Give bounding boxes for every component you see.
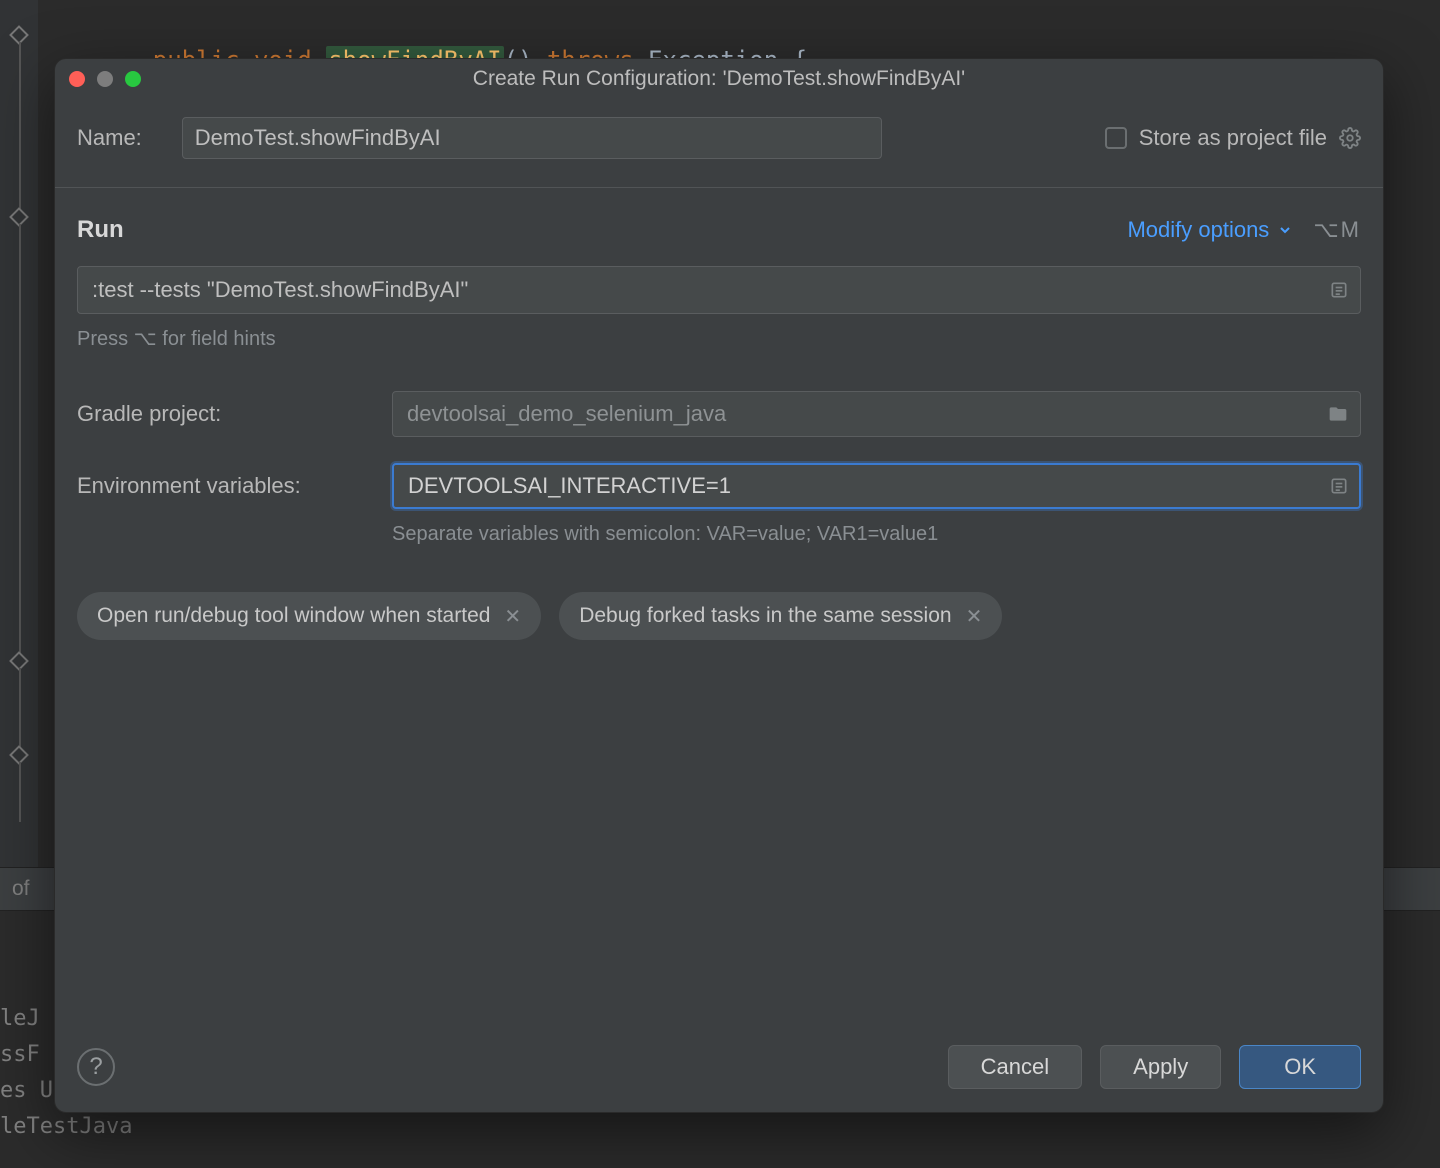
modify-options-link[interactable]: Modify options — [1127, 217, 1293, 243]
expand-list-icon[interactable] — [1329, 280, 1349, 300]
env-vars-input[interactable] — [392, 463, 1361, 509]
option-chips: Open run/debug tool window when started … — [77, 592, 1361, 640]
help-button[interactable]: ? — [77, 1048, 115, 1086]
run-section-header: Run Modify options ⌥M — [77, 216, 1361, 244]
divider — [55, 187, 1383, 188]
gradle-project-label: Gradle project: — [77, 401, 392, 427]
window-controls — [69, 71, 141, 87]
close-icon[interactable]: ✕ — [966, 604, 983, 629]
store-label: Store as project file — [1139, 125, 1327, 151]
help-icon: ? — [89, 1053, 102, 1081]
env-vars-hint: Separate variables with semicolon: VAR=v… — [392, 523, 1361, 546]
name-label: Name: — [77, 125, 142, 151]
command-row — [77, 266, 1361, 314]
expand-list-icon[interactable] — [1329, 476, 1349, 496]
close-icon[interactable] — [69, 71, 85, 87]
env-vars-label: Environment variables: — [77, 473, 392, 499]
env-vars-row: Environment variables: — [77, 463, 1361, 509]
gradle-project-row: Gradle project: — [77, 391, 1361, 437]
chip-open-tool-window[interactable]: Open run/debug tool window when started … — [77, 592, 541, 640]
dialog-footer: ? Cancel Apply OK — [55, 1022, 1383, 1112]
close-icon[interactable]: ✕ — [504, 604, 521, 629]
run-section-title: Run — [77, 216, 124, 244]
dialog-titlebar[interactable]: Create Run Configuration: 'DemoTest.show… — [55, 59, 1383, 99]
dialog-title: Create Run Configuration: 'DemoTest.show… — [473, 67, 965, 91]
gradle-project-input[interactable] — [392, 391, 1361, 437]
command-input[interactable] — [77, 266, 1361, 314]
run-config-dialog: Create Run Configuration: 'DemoTest.show… — [54, 58, 1384, 1113]
status-text: of — [12, 877, 30, 901]
chip-debug-forked[interactable]: Debug forked tasks in the same session ✕ — [559, 592, 1002, 640]
ok-button[interactable]: OK — [1239, 1045, 1361, 1089]
gear-icon[interactable] — [1339, 127, 1361, 149]
store-checkbox[interactable] — [1105, 127, 1127, 149]
dialog-body: Name: Store as project file Run Modify o… — [55, 99, 1383, 1022]
store-as-project-file[interactable]: Store as project file — [1105, 125, 1361, 151]
modify-options-shortcut: ⌥M — [1313, 217, 1361, 243]
zoom-icon[interactable] — [125, 71, 141, 87]
gutter-line-icon — [19, 668, 21, 748]
console-line: leTestJava — [0, 1109, 1440, 1145]
cancel-button[interactable]: Cancel — [948, 1045, 1082, 1089]
name-row: Name: Store as project file — [77, 117, 1361, 159]
modify-options-label: Modify options — [1127, 217, 1269, 243]
gutter-line-icon — [19, 42, 21, 210]
folder-icon[interactable] — [1327, 404, 1349, 424]
gutter-line-icon — [19, 762, 21, 822]
chevron-down-icon — [1277, 222, 1293, 238]
gutter-line-icon — [19, 224, 21, 654]
minimize-icon[interactable] — [97, 71, 113, 87]
apply-button[interactable]: Apply — [1100, 1045, 1221, 1089]
chip-label: Debug forked tasks in the same session — [579, 604, 951, 628]
command-hint: Press ⌥ for field hints — [77, 326, 1361, 351]
chip-label: Open run/debug tool window when started — [97, 604, 490, 628]
name-input[interactable] — [182, 117, 882, 159]
